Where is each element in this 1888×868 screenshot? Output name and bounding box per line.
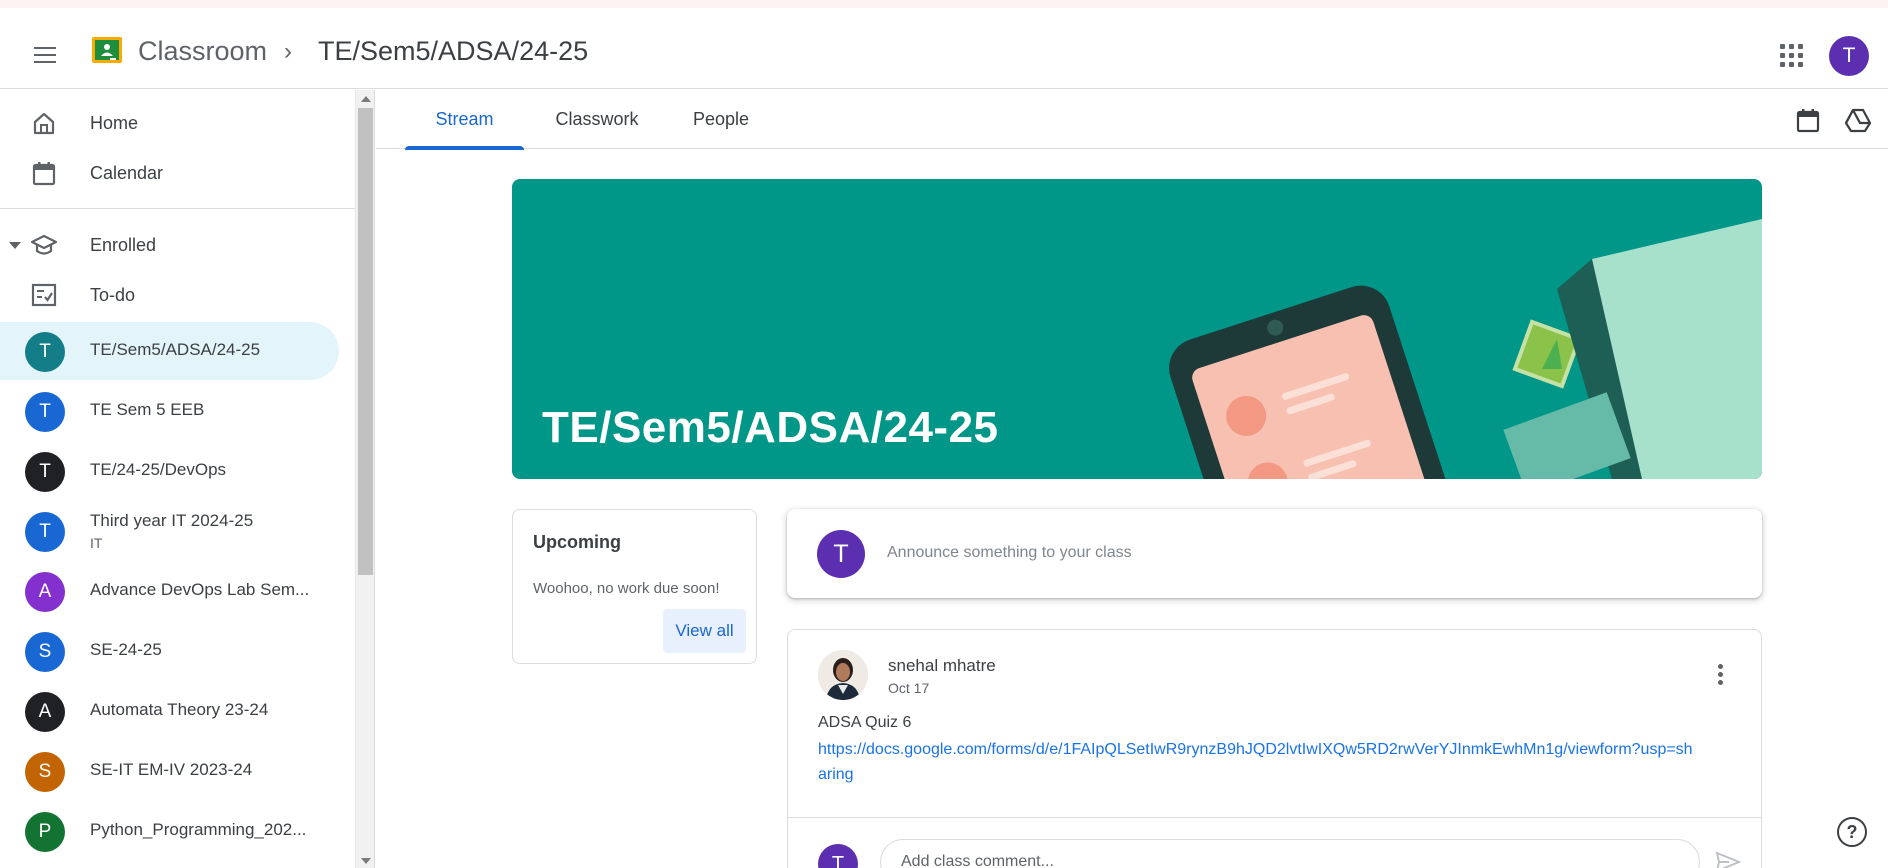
sidebar-scrollbar[interactable]: [355, 90, 375, 868]
scroll-up-icon[interactable]: [361, 96, 371, 102]
sidebar-item-enrolled[interactable]: Enrolled: [0, 220, 340, 270]
sidebar-class-item[interactable]: T TE/Sem5/ADSA/24-25: [0, 322, 339, 380]
class-avatar: T: [25, 332, 65, 372]
class-section: IT: [90, 535, 103, 551]
post-author[interactable]: snehal mhatre: [888, 656, 996, 676]
class-name: SE-IT EM-IV 2023-24: [90, 760, 253, 779]
banner-class-title[interactable]: TE/Sem5/ADSA/24-25: [542, 403, 999, 453]
sidebar-item-todo[interactable]: To-do: [0, 270, 340, 320]
class-name: SE-24-25: [90, 640, 162, 659]
top-strip: [0, 0, 1888, 8]
help-icon[interactable]: ?: [1837, 817, 1867, 847]
class-avatar: A: [25, 692, 65, 732]
stream-post: snehal mhatre Oct 17 ADSA Quiz 6 https:/…: [787, 629, 1762, 868]
class-name: TE/24-25/DevOps: [90, 460, 227, 479]
scroll-down-icon[interactable]: [361, 858, 371, 864]
sidebar-class-item[interactable]: P Python_Programming_202...: [0, 802, 339, 860]
announce-placeholder[interactable]: Announce something to your class: [887, 544, 1132, 562]
class-avatar: A: [25, 572, 65, 612]
class-avatar: T: [25, 512, 65, 552]
scrollbar-thumb[interactable]: [358, 108, 373, 575]
tab-people-label: People: [692, 109, 750, 129]
tab-bar: Stream Classwork People: [376, 90, 1888, 150]
sidebar-class-item[interactable]: S SE-IT EM-IV 2023-24: [0, 742, 339, 800]
calendar-icon: [32, 162, 56, 186]
graduation-cap-icon: [30, 234, 58, 255]
post-title: ADSA Quiz 6: [818, 714, 912, 731]
sidebar-class-item[interactable]: T TE/24-25/DevOps: [0, 442, 339, 500]
tab-classwork-label: Classwork: [555, 109, 639, 129]
class-name: TE/Sem5/ADSA/24-25: [90, 340, 261, 359]
class-name: Advance DevOps Lab Sem...: [90, 580, 310, 599]
sidebar-label-todo: To-do: [90, 284, 136, 305]
todo-checklist-icon: [31, 283, 57, 307]
class-name: Third year IT 2024-25: [90, 511, 254, 530]
google-apps-icon[interactable]: [1772, 36, 1806, 70]
user-avatar: T: [817, 530, 865, 578]
sidebar-label-calendar: Calendar: [90, 162, 164, 183]
announce-box[interactable]: T Announce something to your class: [787, 509, 1762, 598]
main-menu-icon[interactable]: [28, 38, 62, 72]
sidebar-class-item[interactable]: A Advance DevOps Lab Sem...: [0, 562, 339, 620]
breadcrumb-separator: ›: [284, 38, 292, 65]
author-avatar: [818, 650, 868, 700]
sidebar-label-home: Home: [90, 112, 139, 133]
app-header: Classroom › TE/Sem5/ADSA/24-25 T: [0, 8, 1888, 89]
breadcrumb-class[interactable]: TE/Sem5/ADSA/24-25: [318, 34, 588, 68]
sidebar-class-item[interactable]: S SE-24-25: [0, 622, 339, 680]
view-all-button[interactable]: View all: [663, 609, 746, 653]
classroom-logo-icon[interactable]: [91, 34, 123, 66]
tab-stream[interactable]: Stream: [405, 90, 524, 150]
app-name[interactable]: Classroom: [138, 34, 267, 68]
class-avatar: S: [25, 632, 65, 672]
class-comment-input[interactable]: Add class comment...: [880, 839, 1700, 868]
upcoming-card: Upcoming Woohoo, no work due soon! View …: [512, 509, 757, 664]
google-drive-icon[interactable]: [1844, 106, 1872, 134]
upcoming-empty-text: Woohoo, no work due soon!: [533, 580, 720, 597]
class-avatar: T: [25, 392, 65, 432]
sidebar-class-item[interactable]: T TE Sem 5 EEB: [0, 382, 339, 440]
caret-down-icon[interactable]: [9, 241, 21, 249]
post-divider: [788, 817, 1761, 818]
class-name: TE Sem 5 EEB: [90, 400, 205, 419]
home-icon: [33, 112, 55, 135]
send-icon[interactable]: [1713, 847, 1743, 868]
sidebar-item-calendar[interactable]: Calendar: [0, 148, 340, 198]
post-link[interactable]: https://docs.google.com/forms/d/e/1FAIpQ…: [818, 737, 1698, 787]
sidebar-class-item[interactable]: T Third year IT 2024-25 IT: [0, 502, 339, 560]
account-avatar[interactable]: T: [1829, 36, 1869, 76]
sidebar-label-enrolled: Enrolled: [90, 234, 157, 255]
sidebar-item-home[interactable]: Home: [0, 98, 340, 148]
tab-people[interactable]: People: [669, 90, 773, 149]
comment-user-avatar: T: [818, 844, 858, 868]
more-vert-icon[interactable]: [1708, 660, 1732, 688]
active-tab-indicator: [405, 146, 524, 150]
sidebar-class-item[interactable]: A Automata Theory 23-24: [0, 682, 339, 740]
class-name: Automata Theory 23-24: [90, 700, 269, 719]
post-date[interactable]: Oct 17: [888, 680, 929, 696]
class-banner: TE/Sem5/ADSA/24-25: [512, 179, 1762, 479]
class-avatar: S: [25, 752, 65, 792]
sidebar: Home Calendar Enrolled To-do T TE/Sem5/AD…: [0, 90, 355, 868]
google-calendar-icon[interactable]: [1794, 106, 1822, 134]
upcoming-title: Upcoming: [533, 532, 621, 552]
class-avatar: P: [25, 812, 65, 852]
tab-classwork[interactable]: Classwork: [537, 90, 657, 149]
sidebar-divider: [0, 208, 355, 209]
tab-stream-label: Stream: [435, 109, 494, 129]
class-name: Python_Programming_202...: [90, 820, 307, 839]
class-avatar: T: [25, 452, 65, 492]
